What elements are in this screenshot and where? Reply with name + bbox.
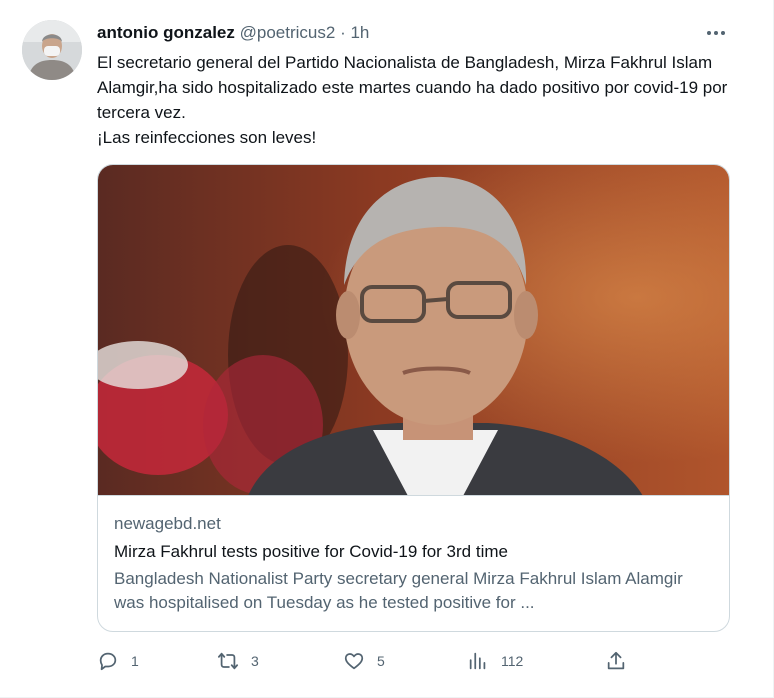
author-name[interactable]: antonio gonzalez (97, 23, 235, 42)
share-icon (607, 651, 625, 670)
card-photo (98, 165, 729, 495)
action-bar: 1 3 5 112 (97, 648, 637, 674)
share-button[interactable] (605, 648, 627, 674)
separator-dot: · (340, 23, 346, 42)
tweet-paragraph: El secretario general del Partido Nacion… (97, 53, 728, 122)
views-button[interactable]: 112 (467, 648, 523, 674)
reply-icon (99, 652, 117, 671)
heart-icon (344, 653, 364, 670)
tweet-time[interactable]: 1h (350, 23, 369, 42)
card-image[interactable] (98, 165, 729, 496)
more-icon[interactable] (703, 20, 729, 46)
tweet-text: El secretario general del Partido Nacion… (97, 50, 737, 150)
views-count: 112 (501, 653, 524, 669)
card-description: Bangladesh Nationalist Party secretary g… (114, 569, 683, 612)
retweet-count: 3 (251, 653, 259, 669)
tweet[interactable]: antonio gonzalez @poetricus2 · 1h El sec… (0, 0, 774, 698)
avatar-image (22, 20, 82, 80)
retweet-icon (217, 652, 239, 670)
avatar[interactable] (22, 20, 82, 80)
like-button[interactable]: 5 (343, 648, 385, 674)
card-title: Mirza Fakhrul tests positive for Covid-1… (114, 542, 508, 561)
views-icon (469, 652, 486, 670)
tweet-paragraph: ¡Las reinfecciones son leves! (97, 128, 317, 147)
author-handle[interactable]: @poetricus2 (240, 23, 336, 42)
reply-button[interactable]: 1 (97, 648, 139, 674)
retweet-button[interactable]: 3 (217, 648, 259, 674)
reply-count: 1 (131, 653, 139, 669)
card-meta: newagebd.net Mirza Fakhrul tests positiv… (114, 513, 714, 615)
tweet-header: antonio gonzalez @poetricus2 · 1h (97, 22, 369, 44)
link-card[interactable]: newagebd.net Mirza Fakhrul tests positiv… (97, 164, 730, 632)
like-count: 5 (377, 653, 385, 669)
card-domain: newagebd.net (114, 514, 221, 533)
